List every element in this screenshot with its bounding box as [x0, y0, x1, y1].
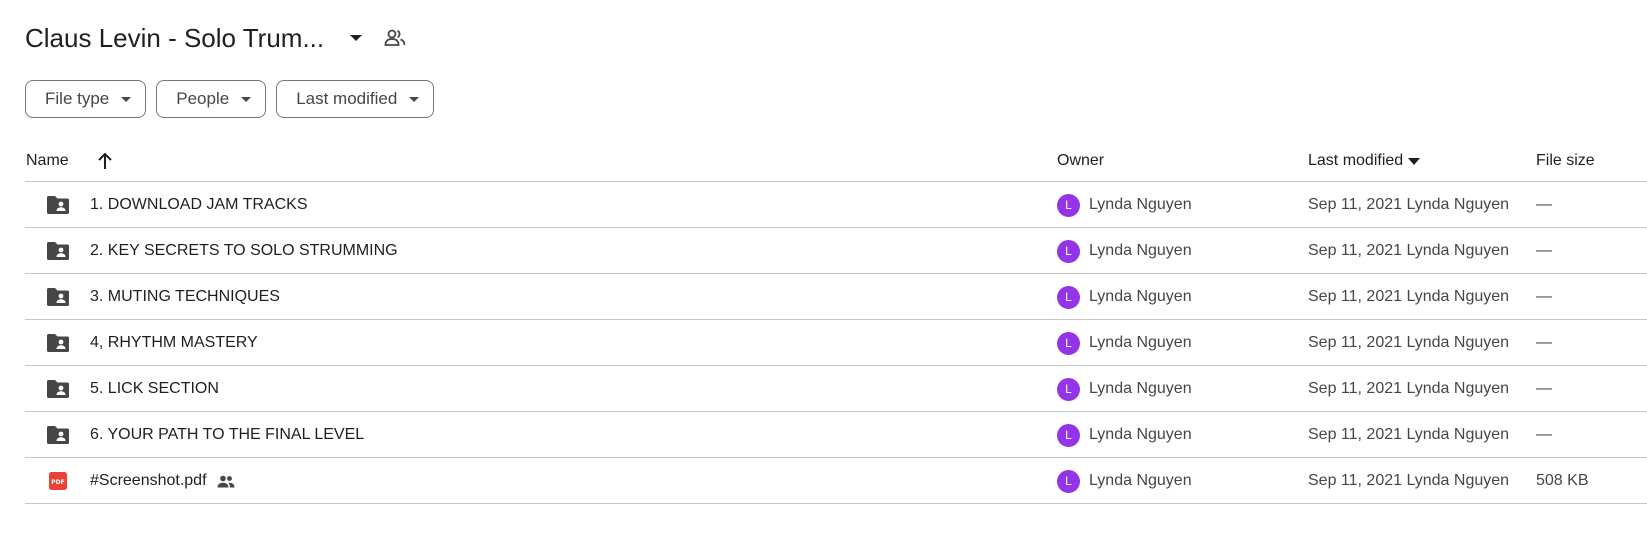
filter-label: File type [45, 89, 110, 108]
caret-down-icon [241, 96, 252, 102]
owner-cell: L Lynda Nguyen [1057, 458, 1192, 504]
file-size-cell: — [1536, 242, 1552, 259]
column-last-modified-label: Last modified [1308, 152, 1404, 169]
pdf-icon: PDF [46, 458, 70, 504]
folder-title: Claus Levin - Solo Trum... [25, 22, 325, 53]
table-row[interactable]: 3. MUTING TECHNIQUES L Lynda Nguyen Sep … [25, 274, 1647, 320]
file-name: 2. KEY SECRETS TO SOLO STRUMMING [90, 242, 398, 259]
file-size-cell: — [1536, 288, 1552, 305]
table-row[interactable]: 4, RHYTHM MASTERY L Lynda Nguyen Sep 11,… [25, 320, 1647, 366]
owner-name: Lynda Nguyen [1089, 196, 1192, 213]
owner-name: Lynda Nguyen [1089, 426, 1192, 443]
owner-cell: L Lynda Nguyen [1057, 274, 1192, 320]
table-row[interactable]: 1. DOWNLOAD JAM TRACKS L Lynda Nguyen Se… [25, 182, 1647, 228]
owner-cell: L Lynda Nguyen [1057, 182, 1192, 228]
avatar: L [1057, 285, 1080, 309]
shared-folder-icon [46, 366, 70, 412]
column-owner: Owner [1057, 152, 1105, 169]
owner-cell: L Lynda Nguyen [1057, 412, 1192, 458]
shared-people-icon[interactable] [380, 23, 410, 53]
file-name: 6. YOUR PATH TO THE FINAL LEVEL [90, 426, 365, 443]
file-name-cell: #Screenshot.pdf [90, 458, 235, 504]
table-row[interactable]: 6. YOUR PATH TO THE FINAL LEVEL L Lynda … [25, 412, 1647, 458]
shared-folder-icon [46, 320, 70, 366]
last-modified-cell: Sep 11, 2021 Lynda Nguyen [1308, 472, 1510, 489]
avatar: L [1057, 423, 1080, 447]
filter-bar: File type People Last modified [25, 80, 435, 118]
file-size-cell: — [1536, 334, 1552, 351]
last-modified-cell: Sep 11, 2021 Lynda Nguyen [1308, 196, 1510, 213]
owner-name: Lynda Nguyen [1089, 288, 1192, 305]
shared-folder-icon [46, 182, 70, 228]
caret-down-icon[interactable] [342, 24, 370, 52]
last-modified-cell: Sep 11, 2021 Lynda Nguyen [1308, 426, 1510, 443]
caret-down-icon [1407, 157, 1421, 165]
owner-name: Lynda Nguyen [1089, 334, 1192, 351]
shared-people-icon [217, 475, 235, 488]
shared-folder-icon [46, 274, 70, 320]
caret-down-icon [409, 96, 420, 102]
owner-name: Lynda Nguyen [1089, 380, 1192, 397]
file-name: 3. MUTING TECHNIQUES [90, 288, 280, 305]
shared-folder-icon [46, 228, 70, 274]
last-modified-cell: Sep 11, 2021 Lynda Nguyen [1308, 242, 1510, 259]
owner-cell: L Lynda Nguyen [1057, 320, 1192, 366]
filter-label: People [176, 89, 230, 108]
people-filter[interactable]: People [156, 80, 267, 118]
file-size-cell: — [1536, 196, 1552, 213]
column-last-modified[interactable]: Last modified [1308, 140, 1421, 182]
file-name: 4, RHYTHM MASTERY [90, 334, 258, 351]
file-name: #Screenshot.pdf [90, 472, 207, 489]
file-size-cell: — [1536, 426, 1552, 443]
caret-down-icon [121, 96, 132, 102]
avatar: L [1057, 331, 1080, 355]
last-modified-cell: Sep 11, 2021 Lynda Nguyen [1308, 334, 1510, 351]
last-modified-cell: Sep 11, 2021 Lynda Nguyen [1308, 288, 1510, 305]
last-modified-filter[interactable]: Last modified [276, 80, 435, 118]
avatar: L [1057, 469, 1080, 493]
file-name: 1. DOWNLOAD JAM TRACKS [90, 196, 308, 213]
sort-arrow-up-icon[interactable] [91, 147, 119, 175]
file-type-filter[interactable]: File type [25, 80, 147, 118]
file-size-cell: — [1536, 380, 1552, 397]
avatar: L [1057, 377, 1080, 401]
avatar: L [1057, 239, 1080, 263]
owner-cell: L Lynda Nguyen [1057, 366, 1192, 412]
column-name[interactable]: Name [26, 140, 69, 182]
table-row[interactable]: 5. LICK SECTION L Lynda Nguyen Sep 11, 2… [25, 366, 1647, 412]
filter-label: Last modified [296, 89, 398, 108]
table-row[interactable]: PDF #Screenshot.pdf L Lynda Nguyen Sep 1… [25, 458, 1647, 504]
file-size-cell: 508 KB [1536, 472, 1589, 489]
owner-name: Lynda Nguyen [1089, 472, 1192, 489]
avatar: L [1057, 193, 1080, 217]
file-name: 5. LICK SECTION [90, 380, 219, 397]
svg-text:PDF: PDF [51, 479, 64, 486]
file-list: Name Owner Last modified File size 1. DO… [25, 140, 1647, 504]
table-row[interactable]: 2. KEY SECRETS TO SOLO STRUMMING L Lynda… [25, 228, 1647, 274]
owner-name: Lynda Nguyen [1089, 242, 1192, 259]
folder-header: Claus Levin - Solo Trum... [25, 18, 410, 58]
column-file-size: File size [1536, 152, 1595, 169]
shared-folder-icon [46, 412, 70, 458]
last-modified-cell: Sep 11, 2021 Lynda Nguyen [1308, 380, 1510, 397]
column-header-row: Name Owner Last modified File size [25, 140, 1647, 182]
owner-cell: L Lynda Nguyen [1057, 228, 1192, 274]
